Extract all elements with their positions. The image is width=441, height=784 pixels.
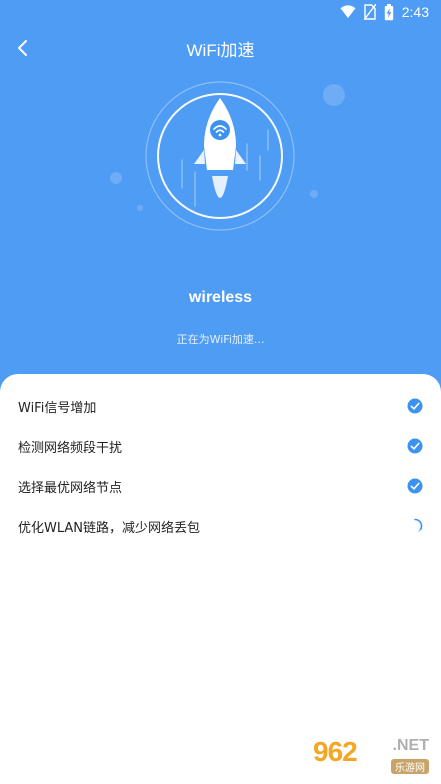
check-circle-icon [407, 398, 423, 414]
loading-spinner-icon [414, 518, 423, 532]
task-item: WiFi信号增加 [0, 386, 441, 426]
task-label: 优化WLAN链路，减少网络丢包 [18, 520, 201, 536]
task-item: 优化WLAN链路，减少网络丢包 [0, 506, 441, 546]
clock: 2:43 [401, 4, 429, 20]
top-bar: WiFi加速 [0, 24, 441, 72]
check-circle-icon [407, 438, 423, 454]
network-name: wireless [188, 289, 253, 306]
task-item: 检测网络频段干扰 [0, 426, 441, 466]
task-list: WiFi信号增加 检测网络频段干扰 选择最优网络节点 优化WLAN链路，减少网络… [0, 386, 441, 546]
acceleration-status: 正在为WiFi加速... [176, 333, 265, 346]
no-sim-icon [363, 4, 376, 20]
task-label: 选择最优网络节点 [18, 480, 123, 496]
page-title: WiFi加速 [186, 41, 255, 60]
task-item: 选择最优网络节点 [0, 466, 441, 506]
status-bar: 2:43 [0, 0, 441, 24]
watermark-domain: .NET [392, 737, 429, 754]
watermark-subtitle: 乐游网 [391, 759, 429, 774]
rocket-icon [194, 98, 246, 198]
task-label: 检测网络频段干扰 [18, 440, 123, 456]
check-circle-icon [407, 478, 423, 494]
rocket-animation [0, 80, 441, 250]
status-icons: 2:43 [340, 2, 429, 22]
task-label: WiFi信号增加 [18, 400, 97, 416]
site-watermark: 962 .NET 乐游网 [313, 734, 433, 776]
task-sheet: WiFi信号增加 检测网络频段干扰 选择最优网络节点 优化WLAN链路，减少网络… [0, 374, 441, 784]
battery-charging-icon [384, 3, 393, 20]
wifi-icon [340, 5, 356, 18]
watermark-logo: 962 [313, 736, 358, 767]
